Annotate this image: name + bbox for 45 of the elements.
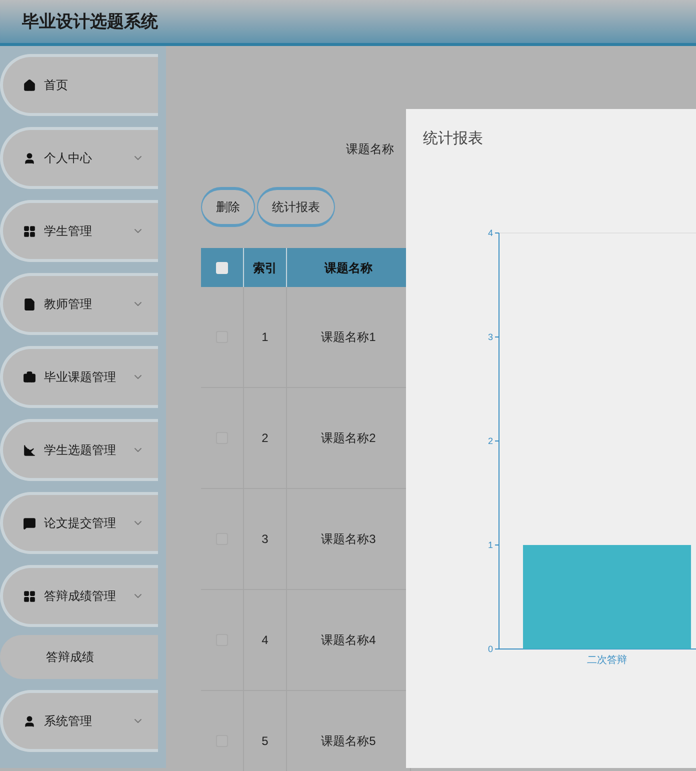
nav-label: 首页 — [44, 77, 69, 94]
category-label: 二次答辩 — [587, 655, 627, 666]
nav-item[interactable]: 个人中心 — [0, 127, 158, 189]
nav-subitem[interactable]: 答辩成绩 — [0, 635, 158, 679]
search-label: 课题名称 — [346, 141, 394, 158]
tick-label: 0 — [488, 644, 493, 654]
user-icon — [23, 152, 36, 164]
select-all-checkbox[interactable] — [216, 262, 228, 274]
table-cell: 2 — [244, 388, 287, 488]
nav-item[interactable]: 系统管理 — [0, 690, 158, 752]
table-cell: 5 — [244, 691, 287, 771]
tick-label: 2 — [488, 436, 493, 446]
home-icon — [23, 78, 36, 92]
nav-label: 教师管理 — [44, 296, 93, 313]
nav-label: 个人中心 — [44, 150, 93, 167]
nav-label: 答辩成绩管理 — [44, 588, 117, 605]
grid-icon — [23, 224, 36, 238]
chat-icon — [23, 516, 36, 530]
table-cell: 4 — [244, 590, 287, 690]
nav-item[interactable]: 学生选题管理 — [0, 419, 158, 481]
briefcase-icon — [23, 370, 36, 384]
nav-label: 学生选题管理 — [44, 442, 117, 459]
nav-item[interactable]: 毕业课题管理 — [0, 346, 158, 408]
grid-icon — [23, 590, 36, 602]
nav-item[interactable]: 学生管理 — [0, 200, 158, 262]
nav-label: 毕业课题管理 — [44, 369, 117, 386]
nav-item[interactable]: 论文提交管理 — [0, 492, 158, 554]
tick-label: 3 — [488, 332, 493, 342]
nav-item[interactable]: 教师管理 — [0, 273, 158, 335]
nav-item[interactable]: 首页 — [0, 54, 158, 116]
table-cell: 3 — [244, 489, 287, 589]
tick-label: 1 — [488, 540, 493, 550]
nav-label: 学生管理 — [44, 223, 93, 240]
action-button[interactable]: 删除 — [201, 187, 255, 227]
nav-item[interactable]: 答辩成绩管理 — [0, 565, 158, 627]
action-button[interactable]: 统计报表 — [257, 187, 335, 227]
tick-label: 4 — [488, 228, 493, 238]
nav-label: 论文提交管理 — [44, 515, 117, 532]
nav-label: 系统管理 — [44, 713, 93, 730]
table-cell: 1 — [244, 287, 287, 387]
column-header: 索引 — [244, 248, 287, 287]
dialog-title: 统计报表 — [423, 130, 483, 147]
document-icon — [23, 298, 36, 310]
user-icon — [23, 714, 36, 728]
app-title: 毕业设计选题系统 — [22, 10, 158, 33]
